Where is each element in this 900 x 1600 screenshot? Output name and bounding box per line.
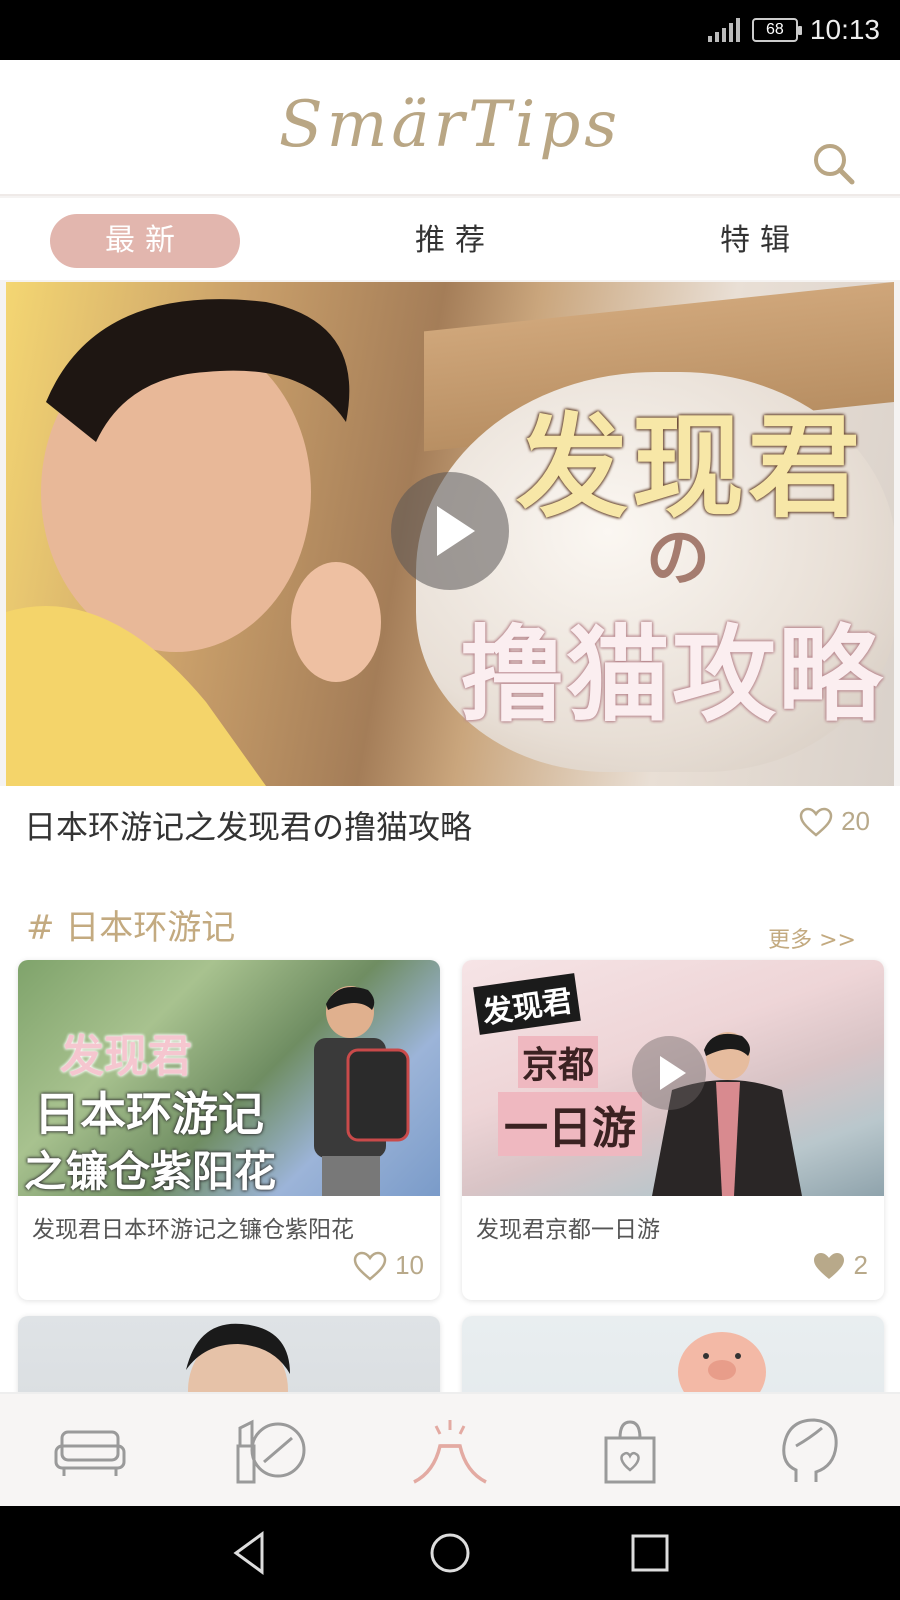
card-thumbnail: 发现君 日本环游记 之镰仓紫阳花 [18,960,440,1196]
app-logo: SmärTips [278,88,622,162]
section-title: # 日本环游记 [26,908,236,948]
profile-head-icon[interactable] [770,1416,850,1488]
card-like-button[interactable]: 10 [353,1250,424,1281]
play-icon[interactable] [391,472,509,590]
play-icon[interactable] [632,1036,706,1110]
hero-caption[interactable]: 日本环游记之发现君の撸猫攻略 [24,802,472,848]
app-header: SmärTips [0,60,900,196]
back-icon[interactable] [226,1528,276,1578]
card-title: 发现君日本环游记之镰仓紫阳花 [32,1217,354,1243]
thumb-text-3: 一日游 [498,1092,642,1156]
person-illustration [314,986,410,1196]
status-bar: 68 10:13 [0,0,900,60]
hero-info: 日本环游记之发现君の撸猫攻略 20 [0,786,900,862]
hero-like-count: 20 [841,806,870,836]
home-icon[interactable] [425,1528,475,1578]
thumb-text-2: 日本环游记 [34,1087,264,1141]
bottom-navigation [0,1392,900,1506]
battery-icon: 68 [751,18,802,42]
tab-recommended[interactable]: 推荐 [360,214,550,268]
hero-video-thumbnail[interactable]: 发现君 の 撸猫攻略 [6,282,894,786]
makeup-icon[interactable] [228,1416,308,1488]
travel-icon[interactable] [410,1416,490,1488]
clock: 10:13 [809,14,880,45]
heart-outline-icon [353,1251,387,1281]
category-tabs: 最新 推荐 特辑 [0,198,900,280]
card-thumbnail: 发现君 京都 一日游 [462,960,884,1196]
search-icon[interactable] [808,138,860,190]
card-like-button[interactable]: 2 [812,1250,868,1281]
thumb-text-2: 京都 [518,1036,599,1088]
tab-latest[interactable]: 最新 [50,214,240,268]
heart-outline-icon [799,807,833,837]
sofa-icon[interactable] [50,1416,130,1488]
video-card[interactable]: 发现君 日本环游记 之镰仓紫阳花 发现君日本环游记之镰仓紫阳花 10 [18,960,440,1300]
thumb-text-3: 之镰仓紫阳花 [24,1147,277,1196]
signal-icon [707,18,740,42]
video-card[interactable]: 发现君 京都 一日游 发现君京都一日游 2 [462,960,884,1300]
system-navigation-bar [0,1506,900,1600]
topic-section: # 日本环游记 更多 >> 发现君 日本环游记 之镰仓紫阳花 发现君日本环游记之… [0,862,900,1406]
thumb-text-1: 发现君 [473,973,581,1035]
shopping-bag-icon[interactable] [590,1416,670,1488]
card-like-count: 10 [395,1250,424,1280]
more-link[interactable]: 更多 >> [768,922,856,954]
hero-like-button[interactable]: 20 [799,806,870,837]
recent-apps-icon[interactable] [625,1528,675,1578]
card-title: 发现君京都一日游 [476,1217,660,1243]
hero-title-line-2: の [646,522,710,596]
hero-title-line-3: 撸猫攻略 [459,614,884,736]
tab-special[interactable]: 特辑 [665,214,855,268]
person-illustration [6,299,381,786]
heart-filled-icon [813,1252,844,1279]
thumb-text-1: 发现君 [60,1031,192,1082]
card-like-count: 2 [853,1250,868,1280]
